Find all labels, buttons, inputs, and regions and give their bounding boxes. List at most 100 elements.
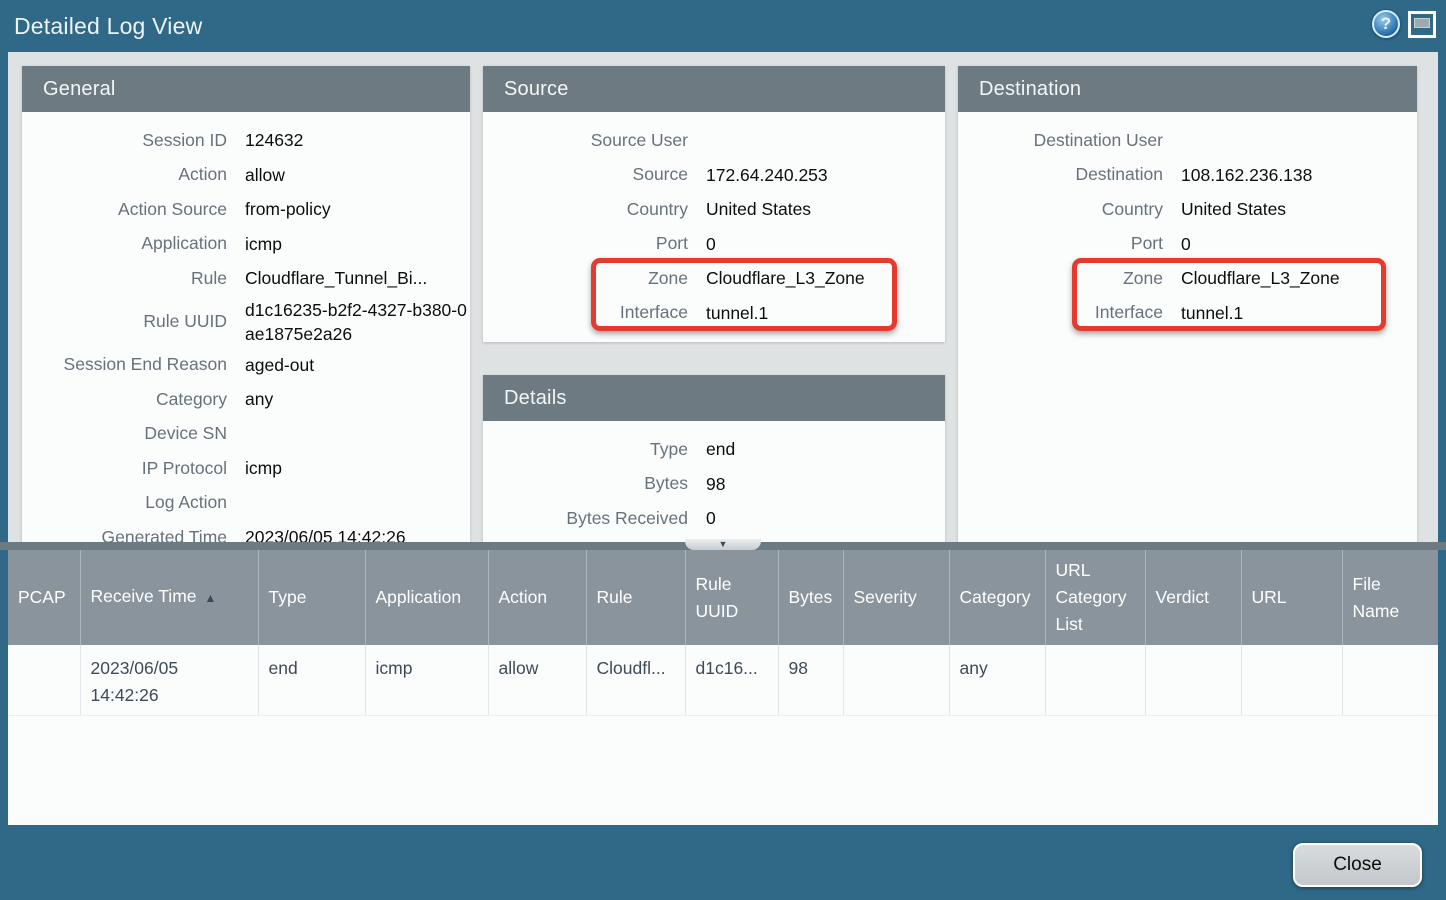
cell-url [1241,645,1342,716]
cell-type: end [258,645,365,716]
cell-verdict [1145,645,1241,716]
splitter-collapse-handle[interactable]: ▼ [685,539,761,550]
field-value: end [706,437,735,461]
field-value: 108.162.236.138 [1181,163,1312,187]
panel-details-header: Details [483,375,945,421]
column-header-type[interactable]: Type [258,550,365,645]
window-restore-glyph [1414,18,1430,28]
field-label: Country [483,199,688,220]
field-value: 124632 [245,128,303,152]
column-header-application[interactable]: Application [365,550,488,645]
field-label: Application [22,233,227,254]
dialog-titlebar: Detailed Log View ? [0,0,1446,52]
cell-pcap [8,645,80,716]
panel-destination: Destination Destination User Destination… [958,66,1417,542]
field-row: Destination 108.162.236.138 [958,158,1417,193]
field-label: Destination [958,164,1163,185]
field-label: Generated Time [22,527,227,542]
field-row: CountryUnited States [483,192,945,227]
panel-general: General Session ID 124632 Action allow Act… [22,66,470,542]
panel-source: Source Source User Source172.64.240.253 … [483,66,945,342]
field-label: Destination User [958,130,1163,151]
field-label: Action [22,164,227,185]
panel-destination-header: Destination [958,66,1417,112]
sort-ascending-icon: ▲ [205,591,217,605]
panel-table-splitter: ▼ [0,542,1446,550]
log-table-header-row: PCAP Receive Time ▲ Type Application Acti… [8,550,1438,645]
field-label: Country [958,199,1163,220]
column-header-severity[interactable]: Severity [843,550,949,645]
field-label: Device SN [22,423,227,444]
field-row: Typeend [483,432,945,467]
destination-column: Destination Destination User Destination… [958,66,1417,542]
panel-general-body: Session ID 124632 Action allow Action Sour… [22,112,470,542]
field-value: 2023/06/05 14:42:26 [245,525,406,542]
column-header-action[interactable]: Action [488,550,586,645]
help-glyph: ? [1381,14,1391,34]
column-header-receive-time[interactable]: Receive Time ▲ [80,550,258,645]
column-header-category[interactable]: Category [949,550,1045,645]
field-label: Source User [483,130,688,151]
field-row: Log Action [22,486,470,521]
field-row: Interfacetunnel.1 [958,296,1417,331]
field-row: ZoneCloudflare_L3_Zone [483,261,945,296]
field-row: Source172.64.240.253 [483,158,945,193]
cell-rule-uuid: d1c16... [685,645,778,716]
field-row: Applicationicmp [22,227,470,262]
field-value: icmp [245,456,282,480]
cell-receive-time: 2023/06/05 14:42:26 [80,645,258,716]
field-label: Zone [958,268,1163,289]
field-label: Session End Reason [22,354,227,375]
cell-file-name [1342,645,1438,716]
panel-destination-body: Destination User Destination 108.162.236.… [958,112,1417,542]
close-button[interactable]: Close [1293,843,1422,887]
log-table-area: PCAP Receive Time ▲ Type Application Acti… [8,550,1438,825]
field-row: Generated Time 2023/06/05 14:42:26 [22,520,470,542]
cell-action: allow [488,645,586,716]
column-header-verdict[interactable]: Verdict [1145,550,1241,645]
field-row: IP Protocolicmp [22,451,470,486]
field-value: Cloudflare_Tunnel_Bi... [245,266,427,290]
field-label: Action Source [22,199,227,220]
log-table: PCAP Receive Time ▲ Type Application Acti… [8,550,1438,716]
field-row: Device SN [22,417,470,452]
help-icon[interactable]: ? [1372,10,1400,38]
field-label: Type [483,439,688,460]
panel-details: Details Typeend Bytes98 Bytes Received0 [483,375,945,542]
field-value: tunnel.1 [1181,301,1243,325]
column-header-bytes[interactable]: Bytes [778,550,843,645]
field-row: Destination User [958,123,1417,158]
log-table-row[interactable]: 2023/06/05 14:42:26 end icmp allow Cloud… [8,645,1438,716]
window-restore-icon[interactable] [1408,11,1436,38]
field-label: Rule [22,268,227,289]
panel-details-body: Typeend Bytes98 Bytes Received0 [483,421,945,542]
field-label: Session ID [22,130,227,151]
field-row: Source User [483,123,945,158]
column-header-url[interactable]: URL [1241,550,1342,645]
column-header-url-category-list[interactable]: URL Category List [1045,550,1145,645]
field-row: Categoryany [22,382,470,417]
field-label: Source [483,164,688,185]
field-row: Action allow [22,158,470,193]
field-row: Action Source from-policy [22,192,470,227]
cell-category: any [949,645,1045,716]
column-header-pcap[interactable]: PCAP [8,550,80,645]
field-value: 0 [706,506,716,530]
column-header-file-name[interactable]: File Name [1342,550,1438,645]
field-value: allow [245,163,285,187]
field-row: Country United States [958,192,1417,227]
field-row: Session ID 124632 [22,123,470,158]
field-value: tunnel.1 [706,301,768,325]
column-header-rule-uuid[interactable]: Rule UUID [685,550,778,645]
column-header-rule[interactable]: Rule [586,550,685,645]
general-column: General Session ID 124632 Action allow Act… [22,66,470,542]
column-header-label: Receive Time [91,586,197,606]
field-row: Port0 [483,227,945,262]
field-row: Interface tunnel.1 [483,296,945,331]
chevron-down-icon: ▼ [719,540,728,549]
field-label: Interface [483,302,688,323]
field-label: Bytes Received [483,508,688,529]
panel-general-header: General [22,66,470,112]
field-value: from-policy [245,197,331,221]
field-value: United States [1181,197,1286,221]
